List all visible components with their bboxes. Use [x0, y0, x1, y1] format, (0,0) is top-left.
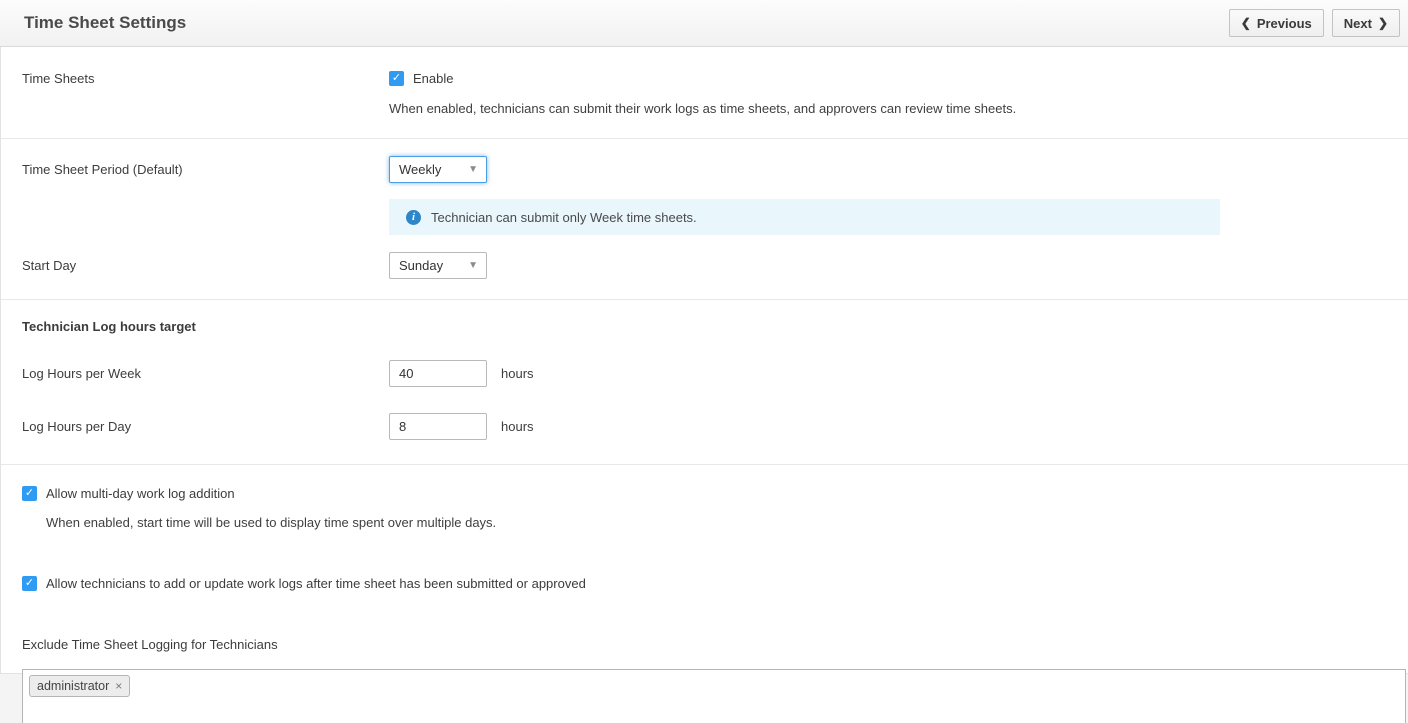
update-after-submit-checkbox-label[interactable]: Allow technicians to add or update work …	[46, 576, 586, 591]
page-header: Time Sheet Settings ❮ Previous Next ❯	[0, 0, 1408, 47]
next-button[interactable]: Next ❯	[1332, 9, 1400, 37]
hours-per-week-label: Log Hours per Week	[1, 366, 389, 382]
technician-tag: administrator ×	[29, 675, 130, 697]
hours-per-week-row: Log Hours per Week hours	[1, 360, 1408, 387]
remove-tag-icon[interactable]: ×	[115, 680, 122, 692]
previous-button[interactable]: ❮ Previous	[1229, 9, 1324, 37]
update-after-submit-checkbox[interactable]: ✓	[22, 576, 37, 591]
settings-form: Time Sheets ✓ Enable When enabled, techn…	[0, 47, 1408, 673]
exclude-label: Exclude Time Sheet Logging for Technicia…	[1, 637, 1408, 652]
page-title: Time Sheet Settings	[24, 13, 186, 33]
period-label: Time Sheet Period (Default)	[1, 156, 389, 178]
start-day-row: Start Day Sunday ▼	[1, 235, 1408, 299]
hours-per-week-unit: hours	[501, 366, 534, 381]
log-hours-section: Technician Log hours target Log Hours pe…	[1, 300, 1408, 464]
start-day-select[interactable]: Sunday ▼	[389, 252, 487, 279]
start-day-label: Start Day	[1, 252, 389, 274]
time-sheets-description: When enabled, technicians can submit the…	[389, 101, 1408, 116]
options-section: ✓ Allow multi-day work log addition When…	[1, 465, 1408, 591]
period-info-text: Technician can submit only Week time she…	[431, 210, 697, 225]
hours-per-day-unit: hours	[501, 419, 534, 434]
multi-day-option: ✓ Allow multi-day work log addition When…	[1, 486, 1408, 530]
chevron-left-icon: ❮	[1241, 17, 1251, 29]
technician-tag-label: administrator	[37, 679, 109, 693]
enable-checkbox-label[interactable]: Enable	[413, 71, 453, 86]
time-sheets-row: Time Sheets ✓ Enable When enabled, techn…	[1, 47, 1408, 138]
multi-day-description: When enabled, start time will be used to…	[46, 515, 1408, 530]
period-select[interactable]: Weekly ▼	[389, 156, 487, 183]
period-row: Time Sheet Period (Default) Weekly ▼ i T…	[1, 139, 1408, 235]
time-sheets-label: Time Sheets	[1, 71, 389, 87]
next-button-label: Next	[1344, 16, 1372, 31]
multi-day-checkbox[interactable]: ✓	[22, 486, 37, 501]
exclude-technicians-input[interactable]: administrator ×	[22, 669, 1406, 723]
hours-per-day-row: Log Hours per Day hours	[1, 413, 1408, 440]
hours-per-week-input[interactable]	[389, 360, 487, 387]
multi-day-checkbox-label[interactable]: Allow multi-day work log addition	[46, 486, 235, 501]
chevron-right-icon: ❯	[1378, 17, 1388, 29]
info-icon: i	[406, 210, 421, 225]
period-select-value: Weekly	[399, 162, 441, 177]
update-after-submit-option: ✓ Allow technicians to add or update wor…	[1, 576, 1408, 591]
caret-down-icon: ▼	[468, 260, 478, 271]
exclude-section: Exclude Time Sheet Logging for Technicia…	[1, 591, 1408, 723]
start-day-select-value: Sunday	[399, 258, 443, 273]
log-hours-section-title: Technician Log hours target	[1, 319, 1408, 334]
header-nav-buttons: ❮ Previous Next ❯	[1229, 9, 1400, 37]
enable-checkbox[interactable]: ✓	[389, 71, 404, 86]
period-info-banner: i Technician can submit only Week time s…	[389, 199, 1220, 235]
previous-button-label: Previous	[1257, 16, 1312, 31]
hours-per-day-input[interactable]	[389, 413, 487, 440]
caret-down-icon: ▼	[468, 164, 478, 175]
hours-per-day-label: Log Hours per Day	[1, 419, 389, 435]
